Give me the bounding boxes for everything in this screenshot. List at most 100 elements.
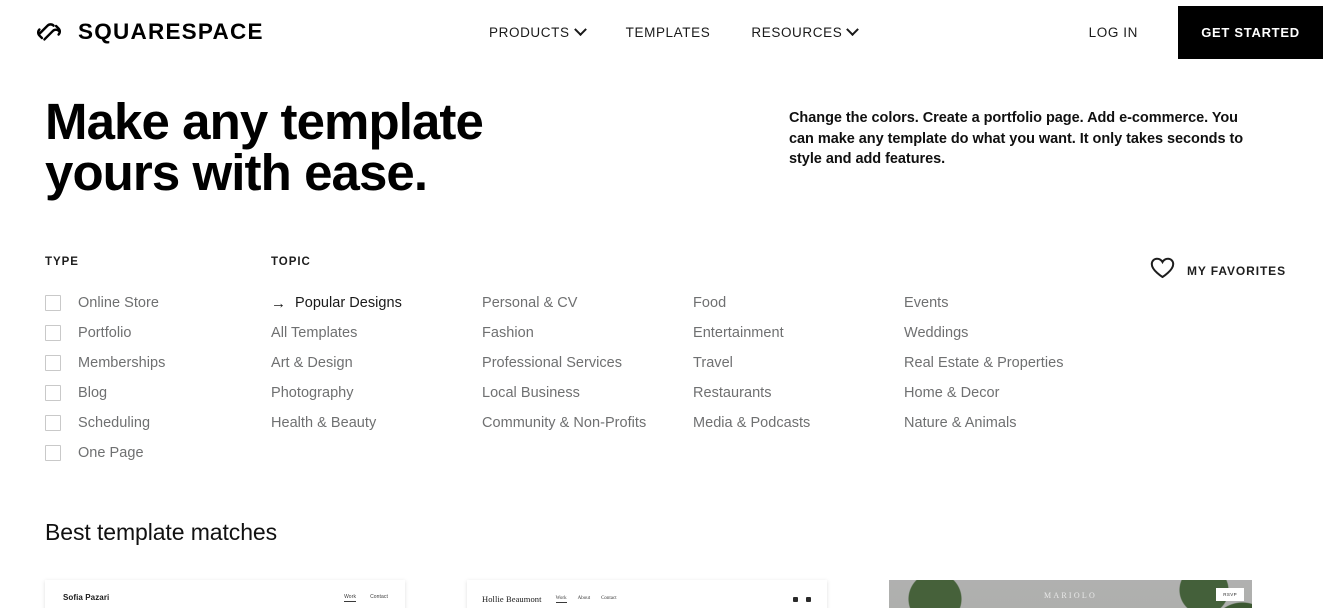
template-preview-images — [467, 604, 827, 608]
topic-item-professional-services[interactable]: Professional Services — [482, 348, 693, 378]
topic-item-local-business[interactable]: Local Business — [482, 378, 693, 408]
topic-item-nature-animals[interactable]: Nature & Animals — [904, 408, 1134, 438]
template-brand-name: Hollie Beaumont — [482, 594, 542, 604]
type-filter-portfolio[interactable]: Portfolio — [45, 318, 255, 348]
facebook-icon — [806, 596, 811, 602]
topic-item-fashion[interactable]: Fashion — [482, 318, 693, 348]
instagram-icon — [793, 596, 798, 602]
squarespace-logo-icon — [32, 15, 66, 49]
topic-item-label: Travel — [693, 355, 733, 371]
checkbox-icon[interactable] — [45, 445, 61, 461]
topic-item-label: Home & Decor — [904, 385, 1000, 401]
topic-item-real-estate-properties[interactable]: Real Estate & Properties — [904, 348, 1134, 378]
topic-column-1: → Popular Designs All Templates Art & De… — [271, 288, 482, 438]
logo[interactable]: SQUARESPACE — [32, 15, 264, 49]
topic-item-label: Weddings — [904, 325, 969, 341]
template-preview-nav: Work About Contact — [555, 595, 617, 603]
type-filter-label: Blog — [78, 385, 108, 401]
logo-text: SQUARESPACE — [78, 19, 264, 44]
type-filter-label: Portfolio — [78, 325, 132, 341]
topic-item-travel[interactable]: Travel — [693, 348, 904, 378]
site-header: SQUARESPACE PRODUCTS TEMPLATES RESOURCES… — [0, 0, 1323, 64]
type-filter-one-page[interactable]: One Page — [45, 438, 255, 468]
topic-item-events[interactable]: Events — [904, 288, 1134, 318]
template-brand-name: MARIOLO — [1043, 591, 1097, 600]
topic-item-label: Nature & Animals — [904, 415, 1017, 431]
topic-item-community-non-profits[interactable]: Community & Non-Profits — [482, 408, 693, 438]
topic-item-restaurants[interactable]: Restaurants — [693, 378, 904, 408]
my-favorites-button[interactable]: MY FAVORITES — [1150, 257, 1286, 284]
type-filter-memberships[interactable]: Memberships — [45, 348, 255, 378]
topic-item-label: Personal & CV — [482, 295, 578, 311]
type-filter-blog[interactable]: Blog — [45, 378, 255, 408]
topic-item-art-design[interactable]: Art & Design — [271, 348, 482, 378]
topic-item-label: Media & Podcasts — [693, 415, 811, 431]
checkbox-icon[interactable] — [45, 295, 61, 311]
chevron-down-icon — [846, 22, 860, 36]
template-card-hollie-beaumont[interactable]: Hollie Beaumont Work About Contact — [467, 580, 827, 608]
topic-item-popular-designs[interactable]: → Popular Designs — [271, 288, 482, 318]
template-preview-nav: Work Contact — [344, 594, 388, 602]
filters-section: TYPE Online Store Portfolio Memberships … — [0, 256, 1323, 471]
topic-column-2: Personal & CV Fashion Professional Servi… — [482, 288, 693, 438]
topic-item-food[interactable]: Food — [693, 288, 904, 318]
template-card-marioli[interactable]: MARIOLO Wine Tasting Market Sonia & Anto… — [889, 580, 1252, 608]
checkbox-icon[interactable] — [45, 325, 61, 341]
template-nav-item: Work — [555, 595, 567, 603]
topic-item-entertainment[interactable]: Entertainment — [693, 318, 904, 348]
template-nav-item: Contact — [370, 593, 388, 600]
type-filter-heading: TYPE — [45, 256, 79, 268]
template-card-grid: Sofia Pazari Work Contact Hollie Beaumon… — [0, 580, 1323, 608]
checkbox-icon[interactable] — [45, 415, 61, 431]
type-filter-label: Memberships — [78, 355, 166, 371]
template-preview-images — [45, 602, 405, 608]
nav-item-products-label: PRODUCTS — [489, 24, 570, 40]
topic-item-personal-cv[interactable]: Personal & CV — [482, 288, 693, 318]
topic-item-label: Health & Beauty — [271, 415, 377, 431]
topic-item-label: Food — [693, 295, 727, 311]
template-nav-item: Contact — [601, 595, 617, 601]
topic-item-label: All Templates — [271, 325, 358, 341]
topic-item-label: Popular Designs — [295, 295, 402, 311]
checkbox-icon[interactable] — [45, 385, 61, 401]
best-matches-heading: Best template matches — [45, 519, 278, 545]
type-filter-label: Online Store — [78, 295, 159, 311]
template-preview-header: Hollie Beaumont Work About Contact — [467, 580, 827, 604]
template-preview-header: Sofia Pazari Work Contact — [45, 580, 405, 602]
template-nav-item: About — [577, 595, 591, 601]
topic-item-home-decor[interactable]: Home & Decor — [904, 378, 1134, 408]
topic-column-4: Events Weddings Real Estate & Properties… — [904, 288, 1134, 438]
topic-item-weddings[interactable]: Weddings — [904, 318, 1134, 348]
template-nav-item: Work — [344, 593, 357, 602]
topic-item-label: Fashion — [482, 325, 534, 341]
main-navigation: PRODUCTS TEMPLATES RESOURCES — [489, 0, 860, 64]
nav-item-templates-label: TEMPLATES — [625, 24, 711, 40]
nav-item-products[interactable]: PRODUCTS — [489, 22, 587, 40]
type-filter-scheduling[interactable]: Scheduling — [45, 408, 255, 438]
topic-item-media-podcasts[interactable]: Media & Podcasts — [693, 408, 904, 438]
template-preview-social-icons — [793, 596, 811, 602]
nav-item-templates[interactable]: TEMPLATES — [626, 25, 711, 40]
topic-item-label: Photography — [271, 385, 354, 401]
topic-item-label: Community & Non-Profits — [482, 415, 647, 431]
topic-item-all-templates[interactable]: All Templates — [271, 318, 482, 348]
topic-item-health-beauty[interactable]: Health & Beauty — [271, 408, 482, 438]
type-filter-online-store[interactable]: Online Store — [45, 288, 255, 318]
hero-title-line-1: Make any template — [45, 93, 484, 150]
type-filter-column: TYPE Online Store Portfolio Memberships … — [45, 256, 255, 468]
template-card-sofia-pazari[interactable]: Sofia Pazari Work Contact — [45, 580, 405, 608]
topic-item-label: Local Business — [482, 385, 580, 401]
nav-item-resources[interactable]: RESOURCES — [751, 22, 860, 40]
login-link[interactable]: LOG IN — [1089, 25, 1138, 40]
checkbox-icon[interactable] — [45, 355, 61, 371]
nav-item-resources-label: RESOURCES — [751, 24, 843, 40]
my-favorites-label: MY FAVORITES — [1186, 263, 1286, 278]
header-actions: LOG IN GET STARTED — [1089, 0, 1323, 64]
get-started-button[interactable]: GET STARTED — [1178, 5, 1323, 59]
type-filter-label: Scheduling — [78, 415, 151, 431]
heart-icon — [1150, 257, 1175, 284]
hero-subtitle: Change the colors. Create a portfolio pa… — [789, 110, 1244, 168]
topic-item-photography[interactable]: Photography — [271, 378, 482, 408]
hero-section: Make any template yours with ease. Chang… — [0, 64, 1323, 224]
topic-item-label: Art & Design — [271, 355, 353, 371]
